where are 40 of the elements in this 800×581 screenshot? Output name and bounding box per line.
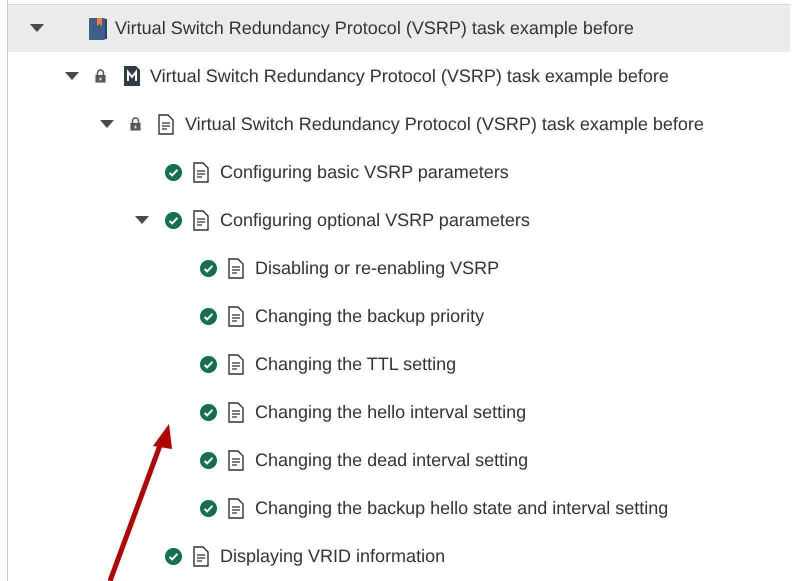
caret-down-icon[interactable] (100, 120, 114, 128)
tree-item[interactable]: Changing the backup hello state and interval setting (8, 484, 790, 532)
tree-item-label: Virtual Switch Redundancy Protocol (VSRP) task example before (185, 112, 704, 136)
document-icon (228, 306, 244, 326)
tree-item-label: Configuring optional VSRP parameters (220, 208, 530, 232)
tree-item[interactable]: Virtual Switch Redundancy Protocol (VSRP) task example before (8, 52, 790, 100)
caret-down-icon[interactable] (135, 216, 149, 224)
document-icon (158, 114, 174, 134)
tree-item-label: Changing the backup priority (255, 304, 484, 328)
tree-item[interactable]: Configuring basic VSRP parameters (8, 148, 790, 196)
tree-item-label: Disabling or re-enabling VSRP (255, 256, 500, 280)
document-icon (228, 354, 244, 374)
tree-item[interactable]: Changing the dead interval setting (8, 436, 790, 484)
tree-item[interactable]: Changing the TTL setting (8, 340, 790, 388)
tree-item-label: Virtual Switch Redundancy Protocol (VSRP) task example before (115, 17, 634, 40)
tree-item[interactable]: Configuring optional VSRP parameters (8, 196, 790, 244)
tree-item-label: Changing the backup hello state and interval setting (255, 496, 668, 520)
tree-item[interactable]: Disabling or re-enabling VSRP (8, 244, 790, 292)
tree-item[interactable]: Displaying VRID information (8, 532, 790, 580)
tree-item-label: Changing the dead interval setting (255, 448, 528, 472)
document-icon (228, 402, 244, 422)
tree-item[interactable]: Changing the backup priority (8, 292, 790, 340)
module-icon (123, 65, 141, 87)
document-icon (193, 162, 209, 182)
tree-item-label: Changing the TTL setting (255, 352, 456, 376)
tree-item-label: Changing the hello interval setting (255, 400, 526, 424)
tree-item-label: Virtual Switch Redundancy Protocol (VSRP) task example before (150, 64, 669, 88)
document-icon (228, 258, 244, 278)
tree-item-label: Configuring basic VSRP parameters (220, 160, 509, 184)
caret-down-icon[interactable] (30, 24, 44, 33)
tree-item-label: Displaying VRID information (220, 544, 446, 568)
document-icon (228, 498, 244, 518)
tree-item[interactable]: Changing the hello interval setting (8, 388, 790, 436)
tree-item[interactable]: Virtual Switch Redundancy Protocol (VSRP) task example before (8, 100, 790, 148)
book-icon (88, 16, 108, 40)
tree-item[interactable]: Virtual Switch Redundancy Protocol (VSRP) task example before (8, 4, 790, 52)
document-icon (193, 210, 209, 230)
document-icon (228, 450, 244, 470)
caret-down-icon[interactable] (65, 72, 79, 80)
document-icon (193, 546, 209, 566)
